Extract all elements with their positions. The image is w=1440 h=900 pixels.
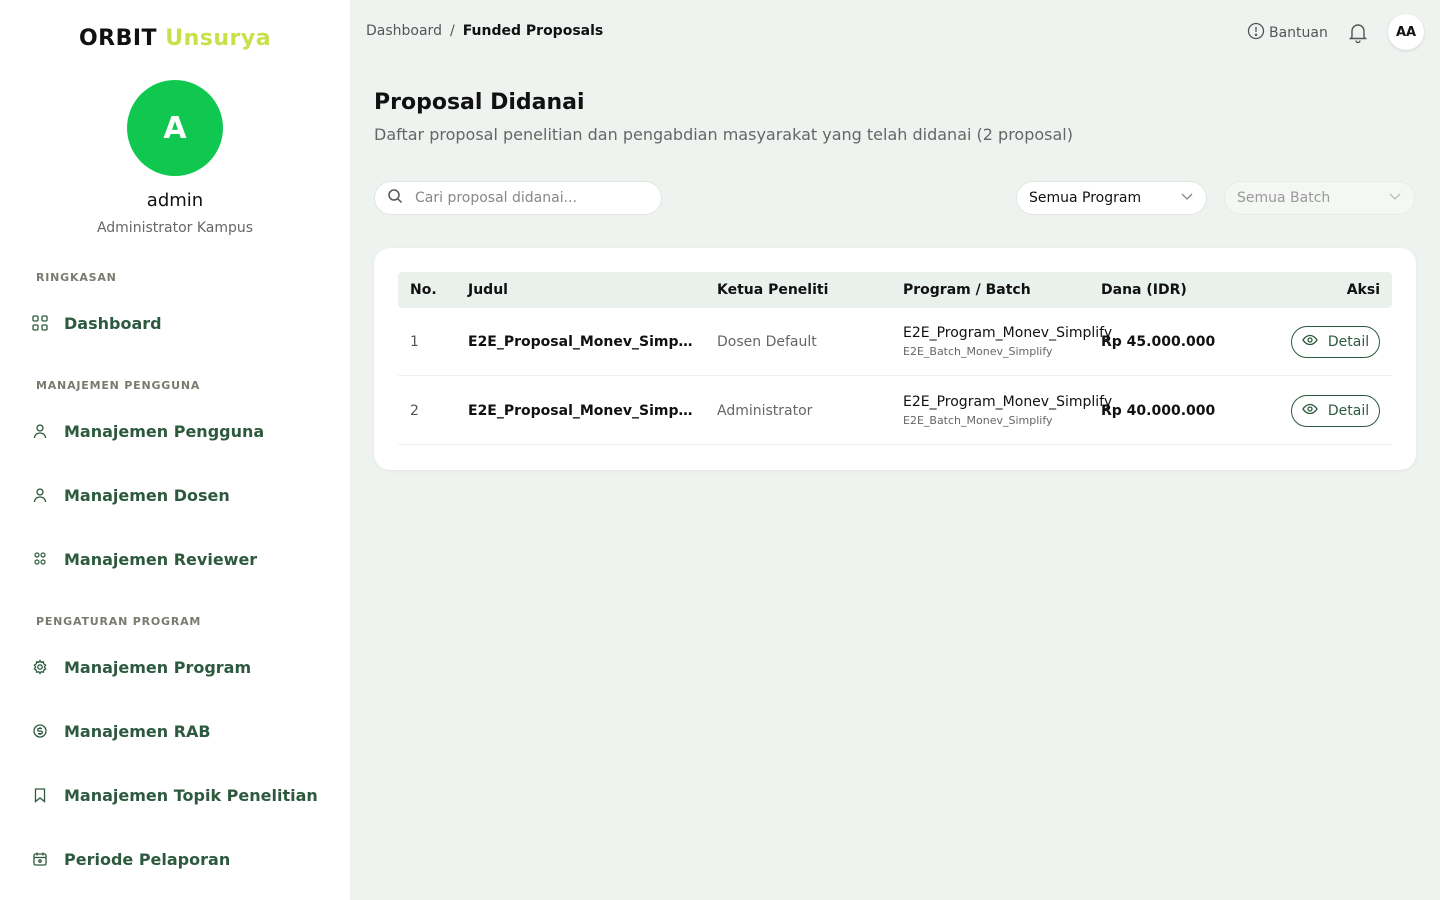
user-avatar-menu[interactable]: AA: [1388, 14, 1424, 50]
row-batch: E2E_Batch_Monev_Simplify: [903, 345, 1053, 358]
sidebar: ORBIT Unsurya A admin Administrator Kamp…: [0, 0, 350, 900]
row-title: E2E_Proposal_Monev_Simplify: [468, 334, 694, 350]
bell-icon[interactable]: [1346, 20, 1370, 44]
user-avatar: A: [127, 80, 223, 176]
breadcrumb-current: Funded Proposals: [462, 23, 604, 39]
info-icon: [1247, 22, 1265, 44]
brand-part1: ORBIT: [78, 26, 158, 51]
detail-label: Detail: [1327, 403, 1370, 419]
sidebar-item-label: Dashboard: [64, 313, 162, 333]
header-no: No.: [410, 282, 437, 298]
batch-select[interactable]: Semua Batch: [1224, 181, 1415, 215]
search-box[interactable]: [374, 181, 662, 215]
table-row: 2 E2E_Proposal_Monev_Simplify_ Administr…: [398, 377, 1392, 445]
breadcrumb-separator: /: [449, 23, 455, 39]
search-input[interactable]: [415, 190, 645, 206]
sidebar-item-manajemen-pengguna[interactable]: Manajemen Pengguna: [28, 411, 328, 451]
sidebar-item-manajemen-dosen[interactable]: Manajemen Dosen: [28, 475, 328, 515]
sidebar-item-manajemen-topik[interactable]: Manajemen Topik Penelitian: [28, 775, 328, 815]
sidebar-item-label: Periode Pelaporan: [64, 849, 231, 869]
detail-button[interactable]: Detail: [1291, 395, 1380, 427]
brand-logo[interactable]: ORBIT Unsurya: [0, 26, 350, 51]
row-fund: Rp 45.000.000: [1101, 334, 1216, 350]
detail-button[interactable]: Detail: [1291, 326, 1380, 358]
sidebar-item-label: Manajemen Program: [64, 657, 252, 677]
user-icon: [28, 483, 52, 507]
help-button[interactable]: Bantuan: [1247, 22, 1328, 44]
eye-icon: [1302, 401, 1318, 421]
program-select-value: Semua Program: [1029, 190, 1142, 206]
sidebar-item-manajemen-reviewer[interactable]: Manajemen Reviewer: [28, 539, 328, 579]
header-lead[interactable]: Ketua Peneliti: [717, 282, 828, 298]
brand-part2: Unsurya: [165, 26, 272, 51]
batch-select-value: Semua Batch: [1237, 190, 1331, 206]
section-pengaturan-program: PENGATURAN PROGRAM: [36, 615, 202, 628]
chevron-down-icon: [1180, 189, 1194, 207]
row-no: 1: [410, 334, 419, 350]
sidebar-item-dashboard[interactable]: Dashboard: [28, 303, 328, 343]
users-icon: [28, 547, 52, 571]
breadcrumb-home[interactable]: Dashboard: [366, 23, 442, 39]
user-name: admin: [146, 190, 204, 211]
help-label: Bantuan: [1269, 25, 1328, 41]
program-select[interactable]: Semua Program: [1016, 181, 1207, 215]
sidebar-item-manajemen-rab[interactable]: Manajemen RAB: [28, 711, 328, 751]
sidebar-item-label: Manajemen Dosen: [64, 485, 230, 505]
sidebar-item-label: Manajemen Topik Penelitian: [64, 785, 318, 805]
row-batch: E2E_Batch_Monev_Simplify: [903, 414, 1053, 427]
search-icon: [387, 188, 403, 208]
page-subtitle: Daftar proposal penelitian dan pengabdia…: [374, 125, 1073, 144]
row-lead: Dosen Default: [717, 334, 817, 350]
table-row: 1 E2E_Proposal_Monev_Simplify Dosen Defa…: [398, 308, 1392, 376]
header-action: Aksi: [1346, 282, 1380, 298]
user-role: Administrator Kampus: [96, 220, 254, 236]
proposals-table-card: No. Judul Ketua Peneliti Program / Batch…: [374, 248, 1416, 470]
sidebar-item-periode-pelaporan[interactable]: Periode Pelaporan: [28, 839, 328, 879]
section-manajemen-pengguna: MANAJEMEN PENGGUNA: [36, 379, 201, 392]
sidebar-item-label: Manajemen Reviewer: [64, 549, 258, 569]
row-no: 2: [410, 403, 419, 419]
detail-label: Detail: [1327, 334, 1370, 350]
header-title[interactable]: Judul: [468, 282, 508, 298]
calendar-icon: [28, 847, 52, 871]
sidebar-item-manajemen-program[interactable]: Manajemen Program: [28, 647, 328, 687]
row-lead: Administrator: [717, 403, 813, 419]
header-program[interactable]: Program / Batch: [903, 282, 1031, 298]
row-title: E2E_Proposal_Monev_Simplify_: [468, 403, 694, 419]
sidebar-item-label: Manajemen Pengguna: [64, 421, 265, 441]
page-title: Proposal Didanai: [374, 90, 585, 115]
sidebar-item-label: Manajemen RAB: [64, 721, 211, 741]
row-program: E2E_Program_Monev_Simplify: [903, 394, 1113, 410]
eye-icon: [1302, 332, 1318, 352]
section-ringkasan: RINGKASAN: [36, 271, 117, 284]
user-icon: [28, 419, 52, 443]
header-fund[interactable]: Dana (IDR): [1101, 282, 1187, 298]
breadcrumb: Dashboard / Funded Proposals: [366, 23, 603, 39]
bookmark-icon: [28, 783, 52, 807]
row-fund: Rp 40.000.000: [1101, 403, 1216, 419]
gear-icon: [28, 655, 52, 679]
row-program: E2E_Program_Monev_Simplify: [903, 325, 1113, 341]
grid-icon: [28, 311, 52, 335]
money-icon: [28, 719, 52, 743]
chevron-down-icon: [1388, 189, 1402, 207]
table-header: No. Judul Ketua Peneliti Program / Batch…: [398, 272, 1392, 308]
